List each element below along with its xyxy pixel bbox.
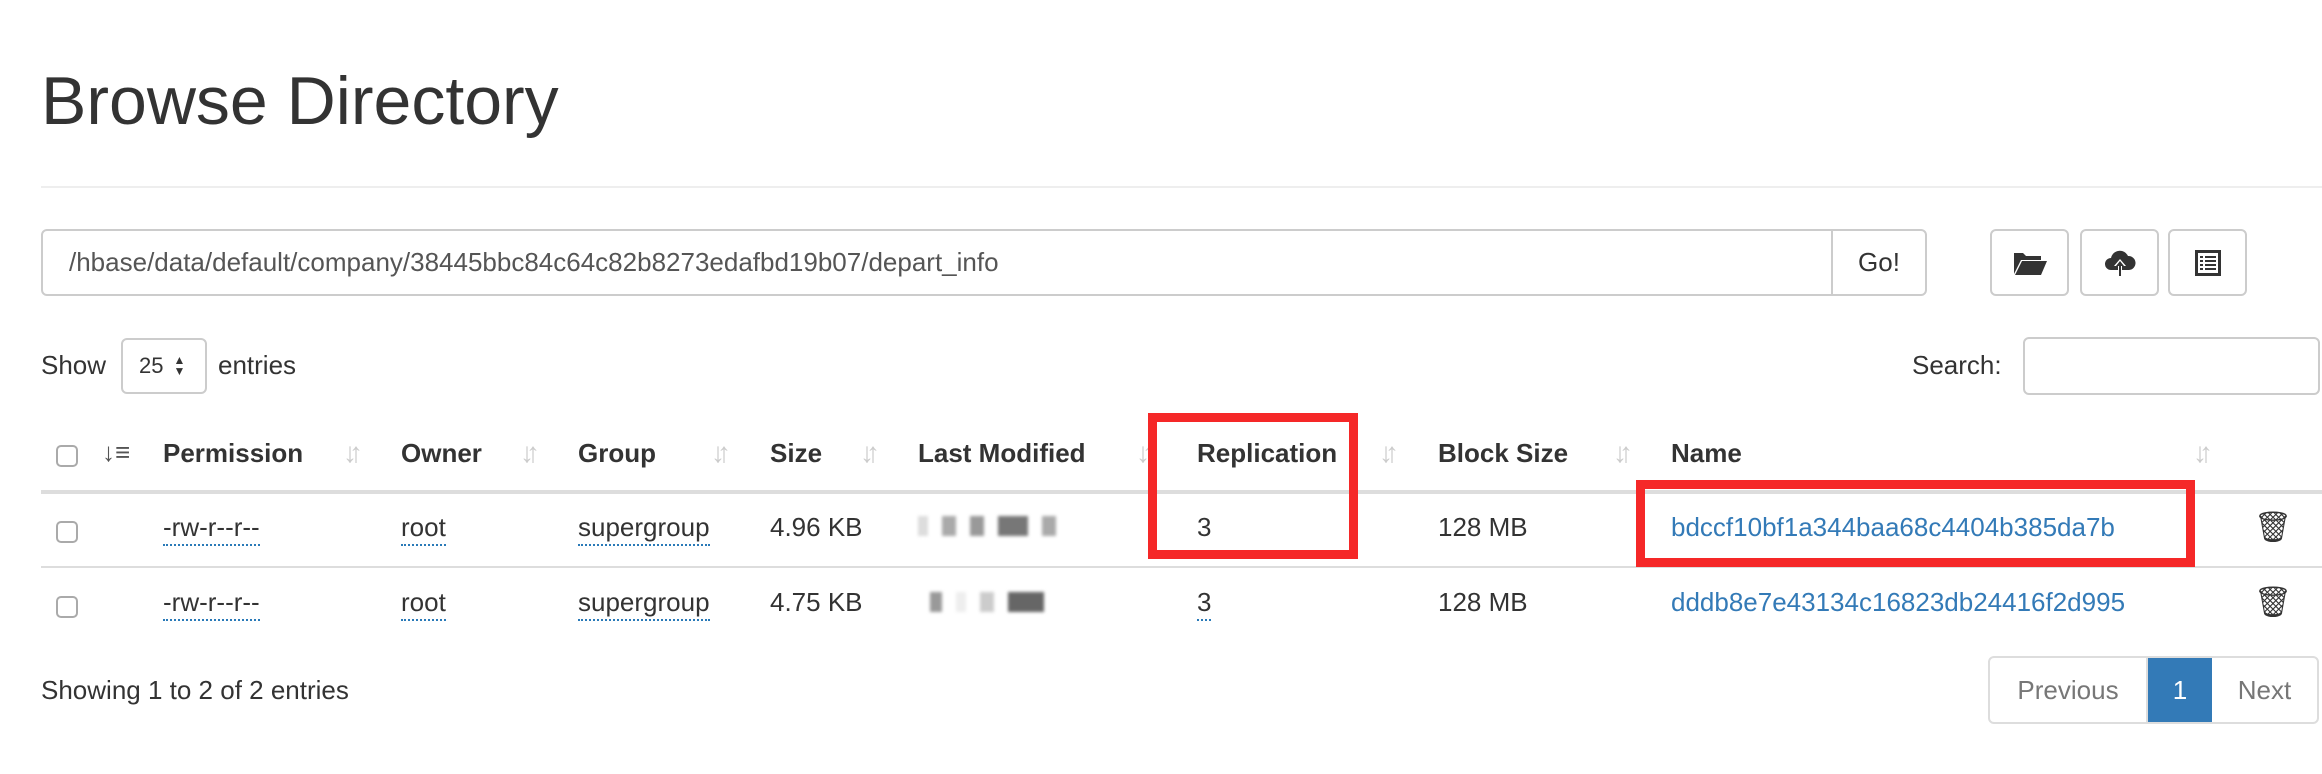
highlight-box-replication (1148, 413, 1358, 559)
sort-icon[interactable]: ↓↑ (343, 437, 363, 469)
replication-value[interactable]: 3 (1197, 587, 1212, 621)
column-name[interactable]: Name (1671, 438, 1742, 469)
sort-icon[interactable]: ↓↑ (711, 437, 731, 469)
column-owner[interactable]: Owner (401, 438, 482, 469)
size-value: 4.96 KB (770, 512, 863, 542)
sort-icon[interactable]: ↓↑ (1613, 437, 1633, 469)
upload-button[interactable] (2080, 229, 2159, 296)
file-name-link[interactable]: dddb8e7e43134c16823db24416f2d995 (1671, 587, 2125, 618)
delete-trash-icon[interactable]: 🗑 (2254, 510, 2292, 545)
owner-value[interactable]: root (401, 587, 446, 621)
previous-button[interactable]: Previous (1990, 658, 2148, 722)
entries-label: entries (218, 350, 297, 380)
column-size[interactable]: Size (770, 438, 822, 469)
column-permission[interactable]: Permission (163, 438, 303, 469)
sort-icon[interactable]: ↓↑ (1379, 437, 1399, 469)
column-group[interactable]: Group (578, 438, 656, 469)
show-label: Show (41, 350, 107, 380)
cut-paste-button[interactable] (2168, 229, 2247, 296)
last-modified-redacted (918, 516, 1078, 536)
table-info: Showing 1 to 2 of 2 entries (41, 675, 349, 705)
row-checkbox[interactable] (56, 521, 78, 543)
page-title: Browse Directory (41, 63, 559, 139)
sort-icon[interactable]: ↓↑ (1136, 437, 1156, 469)
row-checkbox[interactable] (56, 596, 78, 618)
group-value[interactable]: supergroup (578, 587, 710, 621)
sort-desc-icon[interactable]: ↓≡ (102, 437, 130, 468)
sort-icon[interactable]: ↓↑ (2193, 437, 2213, 469)
sort-icon[interactable]: ↓↑ (860, 437, 880, 469)
go-button[interactable]: Go! (1831, 229, 1927, 296)
create-directory-button[interactable] (1990, 229, 2069, 296)
search-label: Search: (1912, 350, 2002, 380)
divider (41, 186, 2322, 188)
block-size-value: 128 MB (1438, 587, 1528, 617)
delete-trash-icon[interactable]: 🗑 (2254, 585, 2292, 620)
column-last-modified[interactable]: Last Modified (918, 438, 1086, 469)
permission-value[interactable]: -rw-r--r-- (163, 512, 260, 546)
pagination: Previous 1 Next (1988, 656, 2319, 724)
list-icon (2194, 249, 2221, 276)
folder-open-icon (2013, 252, 2047, 275)
block-size-value: 128 MB (1438, 512, 1528, 542)
cloud-upload-icon (2104, 250, 2136, 276)
group-value[interactable]: supergroup (578, 512, 710, 546)
permission-value[interactable]: -rw-r--r-- (163, 587, 260, 621)
path-input[interactable] (41, 229, 1833, 296)
owner-value[interactable]: root (401, 512, 446, 546)
sort-icon[interactable]: ↓↑ (520, 437, 540, 469)
last-modified-redacted (930, 592, 1080, 612)
entries-select[interactable]: 25 ▲ ▼ (121, 338, 207, 394)
page-1-button[interactable]: 1 (2148, 658, 2212, 722)
highlight-box-name (1636, 480, 2195, 567)
next-button[interactable]: Next (2212, 658, 2317, 722)
select-all-checkbox[interactable] (56, 445, 78, 467)
select-arrows-icon: ▲ ▼ (173, 353, 186, 378)
search-input[interactable] (2023, 337, 2320, 395)
column-block-size[interactable]: Block Size (1438, 438, 1568, 469)
entries-select-value: 25 (139, 353, 164, 378)
size-value: 4.75 KB (770, 587, 863, 617)
